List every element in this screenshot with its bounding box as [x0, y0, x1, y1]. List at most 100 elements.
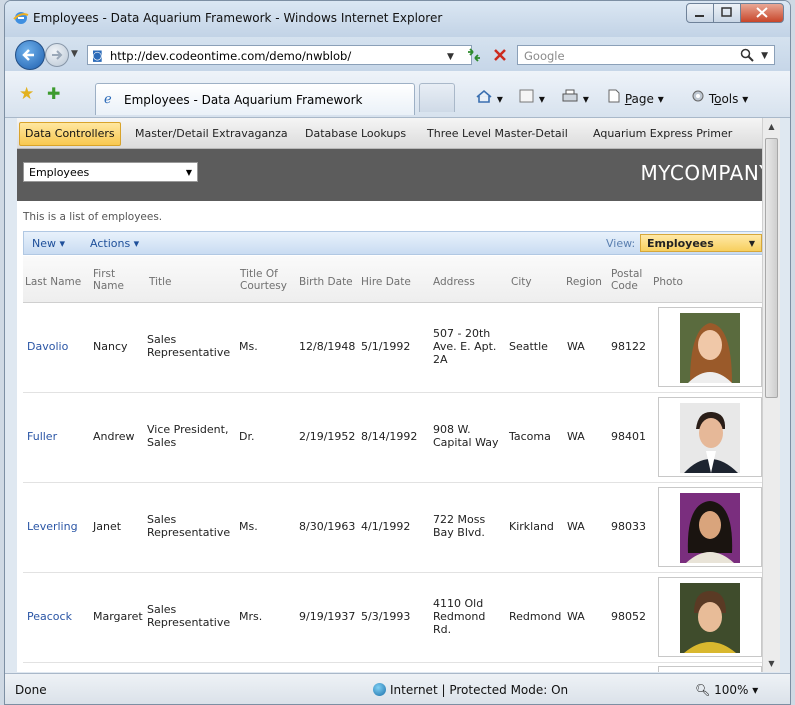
cell-first-name: Margaret	[93, 610, 143, 623]
col-last-name[interactable]: Last Name	[25, 276, 81, 288]
cell-region: WA	[567, 520, 585, 533]
menu-data-controllers[interactable]: Data Controllers	[19, 122, 121, 146]
scroll-thumb[interactable]	[765, 138, 778, 398]
table-row[interactable]: Fuller Andrew Vice President, Sales Dr. 2…	[23, 393, 770, 483]
table-row[interactable]: Davolio Nancy Sales Representative Ms. 12…	[23, 303, 770, 393]
status-text: Done	[15, 683, 47, 697]
scroll-up-icon[interactable]: ▲	[763, 118, 780, 135]
cell-city: Tacoma	[509, 430, 551, 443]
home-icon	[476, 89, 492, 103]
scroll-down-icon[interactable]: ▼	[763, 655, 780, 672]
cell-title: Sales Representative	[147, 513, 231, 539]
controller-select-value: Employees	[29, 166, 90, 179]
tools-menu[interactable]: Tools ▾	[691, 89, 748, 106]
table-row[interactable]: Peacock Margaret Sales Representative Mrs…	[23, 573, 770, 663]
add-favorites-icon[interactable]: ✚	[47, 84, 60, 103]
cell-first-name: Janet	[93, 520, 122, 533]
search-field[interactable]: Google ▼	[517, 45, 775, 65]
cell-hire-date: 5/3/1993	[361, 610, 411, 623]
print-icon	[562, 89, 578, 102]
action-bar: New ▾ Actions ▾ View: Employees ▼	[23, 231, 770, 255]
feeds-icon	[519, 89, 534, 103]
table-row[interactable]: Leverling Janet Sales Representative Ms. …	[23, 483, 770, 573]
chevron-down-icon: ▼	[185, 168, 192, 177]
col-address[interactable]: Address	[433, 276, 475, 288]
view-label: View:	[606, 237, 636, 250]
cell-hire-date: 8/14/1992	[361, 430, 418, 443]
employee-photo[interactable]	[658, 666, 762, 672]
col-first-name[interactable]: First Name	[93, 268, 124, 292]
cell-hire-date: 4/1/1992	[361, 520, 411, 533]
cell-last-name[interactable]: Fuller	[27, 430, 57, 443]
cell-last-name[interactable]: Davolio	[27, 340, 68, 353]
search-icon[interactable]	[740, 48, 754, 62]
actions-menu[interactable]: Actions ▾	[90, 237, 139, 250]
col-region[interactable]: Region	[566, 276, 602, 288]
page-menu[interactable]: Page ▾	[607, 89, 664, 106]
internet-explorer-icon	[13, 12, 29, 24]
cell-birth-date: 8/30/1963	[299, 520, 356, 533]
minimize-icon	[695, 15, 704, 17]
home-button[interactable]: ▾	[475, 89, 503, 106]
col-hire-date[interactable]: Hire Date	[361, 276, 411, 288]
cell-courtesy: Ms.	[239, 340, 258, 353]
recent-pages-dropdown[interactable]: ▼	[71, 49, 78, 59]
refresh-icon	[468, 48, 480, 62]
close-button[interactable]	[740, 3, 784, 23]
address-field[interactable]: ◙ http://dev.codeontime.com/demo/nwblob/	[87, 45, 472, 65]
employee-photo[interactable]	[658, 397, 762, 477]
refresh-button[interactable]	[463, 46, 485, 64]
minimize-button[interactable]	[686, 3, 714, 23]
maximize-button[interactable]	[713, 3, 741, 23]
employee-photo[interactable]	[658, 577, 762, 657]
window-title: Employees - Data Aquarium Framework - Wi…	[33, 11, 443, 25]
col-photo[interactable]: Photo	[653, 276, 683, 288]
feeds-button[interactable]: ▾	[519, 89, 545, 106]
menu-aquarium-express-primer[interactable]: Aquarium Express Primer	[593, 127, 732, 140]
search-dropdown[interactable]: ▼	[761, 51, 768, 61]
portrait-image	[680, 493, 740, 563]
col-postal-code[interactable]: Postal Code	[611, 268, 642, 292]
new-menu[interactable]: New ▾	[32, 237, 65, 250]
cell-birth-date: 12/8/1948	[299, 340, 356, 353]
print-button[interactable]: ▾	[561, 89, 589, 106]
employee-photo[interactable]	[658, 307, 762, 387]
grid-header: Last Name First Name Title Title Of Courte…	[23, 256, 770, 303]
page-icon: ◙	[92, 49, 103, 62]
col-city[interactable]: City	[511, 276, 532, 288]
menu-three-level-master-detail[interactable]: Three Level Master-Detail	[427, 127, 568, 140]
portrait-image	[680, 313, 740, 383]
view-selector[interactable]: Employees ▼	[640, 234, 762, 252]
tab-ie-icon: ℯ	[104, 92, 112, 107]
window-controls	[686, 3, 784, 23]
employee-photo[interactable]	[658, 487, 762, 567]
cell-last-name[interactable]: Leverling	[27, 520, 78, 533]
new-tab-button[interactable]	[419, 83, 455, 112]
address-dropdown[interactable]: ▼	[447, 52, 454, 62]
col-birth-date[interactable]: Birth Date	[299, 276, 353, 288]
portrait-image	[680, 403, 740, 473]
cell-first-name: Nancy	[93, 340, 128, 353]
security-zone[interactable]: Internet | Protected Mode: On	[373, 683, 568, 697]
zoom-control[interactable]: 🔍︎ 100% ▾	[695, 683, 758, 697]
menu-master-detail-extravaganza[interactable]: Master/Detail Extravaganza	[135, 127, 288, 140]
address-url: http://dev.codeontime.com/demo/nwblob/	[110, 49, 352, 63]
back-button[interactable]	[15, 40, 45, 70]
forward-button[interactable]	[45, 43, 69, 67]
menu-database-lookups[interactable]: Database Lookups	[305, 127, 406, 140]
col-title-of-courtesy[interactable]: Title Of Courtesy	[240, 268, 287, 292]
cell-region: WA	[567, 340, 585, 353]
address-row: ▼ ◙ http://dev.codeontime.com/demo/nwblo…	[5, 37, 790, 71]
page-icon	[608, 89, 620, 103]
controller-select[interactable]: Employees ▼	[23, 162, 198, 182]
cell-courtesy: Mrs.	[239, 610, 263, 623]
cell-last-name[interactable]: Peacock	[27, 610, 72, 623]
vertical-scrollbar[interactable]: ▲ ▼	[762, 118, 780, 672]
cell-region: WA	[567, 610, 585, 623]
favorites-star-icon[interactable]: ★	[19, 84, 34, 104]
cell-title: Sales Representative	[147, 603, 231, 629]
col-title[interactable]: Title	[149, 276, 172, 288]
stop-button[interactable]	[491, 46, 509, 64]
title-bar: Employees - Data Aquarium Framework - Wi…	[5, 1, 790, 37]
browser-tab[interactable]: ℯ Employees - Data Aquarium Framework	[95, 83, 415, 115]
